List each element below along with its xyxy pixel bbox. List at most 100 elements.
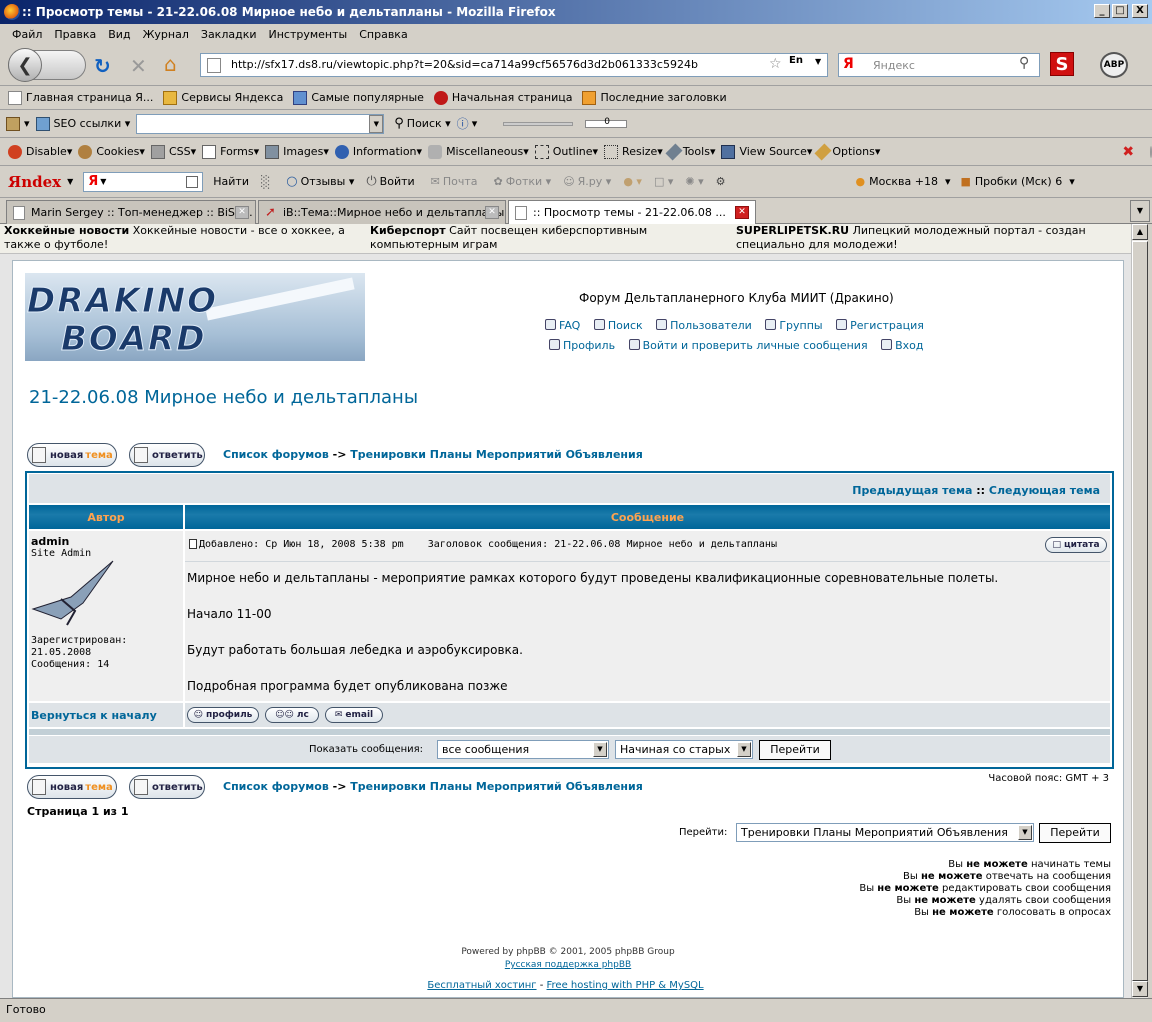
webdev-css[interactable]: CSS ▾ [150,144,196,159]
webdev-view-source[interactable]: View Source ▾ [721,144,812,159]
login-pm-link[interactable]: Войти и проверить личные сообщения [628,339,868,352]
yandex-logo-icon[interactable]: Я [843,56,854,72]
close-tab-icon[interactable]: ✕ [235,206,249,219]
webdev-disable[interactable]: Disable ▾ [8,144,72,159]
misc-icon[interactable]: □ ▾ [654,175,673,188]
bookmark-yandex-home[interactable]: Главная страница Я... [8,90,153,105]
ad-superlipetsk[interactable]: SUPERLIPETSK.RU Липецкий молодежный порт… [736,224,1116,252]
bookmark-yandex-services[interactable]: Сервисы Яндекса [163,90,283,105]
scroll-down-icon[interactable]: ▼ [1132,981,1148,997]
seo-search-button[interactable]: ⚲ Поиск ▾ [394,116,450,131]
menu-history[interactable]: Журнал [137,28,195,41]
reload-icon[interactable]: ↻ [94,54,111,78]
back-button[interactable]: ❮ [8,48,42,82]
bookmark-most-popular[interactable]: Самые популярные [293,90,424,105]
error-icon[interactable]: ✖ [1122,144,1134,160]
forum-jump-select[interactable]: Тренировки Планы Мероприятий Объявления ▼ [736,823,1034,842]
breadcrumb-home[interactable]: Список форумов [223,448,329,461]
bars-icon[interactable]: ░ [261,175,270,189]
stop-icon[interactable]: ✕ [130,54,147,78]
quote-button[interactable]: □ цитата [1045,537,1107,553]
profile-link[interactable]: Профиль [549,339,615,352]
bookmark-start-page[interactable]: Начальная страница [433,90,572,105]
post-author[interactable]: admin [31,535,69,548]
register-link[interactable]: Регистрация [836,319,924,332]
seo-input[interactable]: ▼ [136,113,385,134]
menu-view[interactable]: Вид [102,28,136,41]
forum-logo[interactable]: DRAKINO BOARD [25,273,365,361]
ad-cybersport[interactable]: Киберспорт Сайт посвещен киберспортивным… [370,224,722,252]
reply-button-bottom[interactable]: ответить [129,775,205,799]
new-topic-button-bottom[interactable]: новая тема [27,775,117,799]
yandex-yaru-button[interactable]: ☺ Я.ру ▾ [563,175,611,188]
free-hosting-link[interactable]: Бесплатный хостинг [427,980,536,991]
tab-list-button[interactable]: ▼ [1130,200,1150,222]
url-bar[interactable]: http://sfx17.ds8.ru/viewtopic.php?t=20&s… [200,53,828,77]
search-icon[interactable]: ⚲ [1019,55,1029,71]
tab-marin-sergey[interactable]: Marin Sergey :: Топ-менеджер :: BiSR... ✕ [6,200,256,224]
webdev-forms[interactable]: Forms ▾ [202,144,259,159]
webdev-cookies[interactable]: Cookies ▾ [78,144,145,159]
search-input[interactable]: Я Яндекс ⚲ [838,53,1040,77]
star-icon[interactable]: ☆ [769,56,782,72]
webdev-resize[interactable]: Resize ▾ [604,144,663,159]
webdev-outline[interactable]: Outline ▾ [534,144,598,159]
breadcrumb-home[interactable]: Список форумов [223,780,329,793]
yandex-reviews-button[interactable]: ○ Отзывы ▾ [286,174,354,189]
settings-gear-icon[interactable]: ⚙ [716,175,726,188]
webdev-options[interactable]: Options ▾ [814,143,880,160]
support-link[interactable]: Русская поддержка phpBB [13,960,1123,970]
seo-icon[interactable]: ▾ [6,116,30,131]
new-topic-button[interactable]: новая тема [27,443,117,467]
info-button[interactable]: ⓘ ▾ [457,115,478,132]
profile-button[interactable]: ☺ профиль [187,707,259,723]
adblock-icon[interactable]: ABP [1100,52,1128,78]
yandex-find-button[interactable]: Найти [213,175,249,188]
members-link[interactable]: Пользователи [656,319,752,332]
menu-tools[interactable]: Инструменты [263,28,354,41]
webdev-images[interactable]: Images ▾ [265,144,329,159]
email-button[interactable]: ✉ email [325,707,383,723]
menu-bookmarks[interactable]: Закладки [195,28,263,41]
menu-file[interactable]: Файл [0,28,48,41]
back-to-top-link[interactable]: Вернуться к началу [31,709,157,722]
bookmark-latest-headlines[interactable]: Последние заголовки [582,90,727,105]
breadcrumb-forum[interactable]: Тренировки Планы Мероприятий Объявления [350,780,643,793]
url-dropdown-icon[interactable]: ▼ [815,57,821,66]
yandex-login-button[interactable]: ⏻ Войти [366,174,414,189]
home-icon[interactable]: ⌂ [164,52,177,76]
ad-hockey[interactable]: Хоккейные новости Хоккейные новости - вс… [4,224,356,252]
minimize-button[interactable]: _ [1094,4,1110,18]
close-tab-icon[interactable]: ✕ [485,206,499,219]
tab-ib-topic[interactable]: ➚ iB::Тема::Мирное небо и дельтапланы ✕ [258,200,506,224]
message-filter-select[interactable]: все сообщения ▼ [437,740,609,759]
php-hosting-link[interactable]: Free hosting with PHP & MySQL [547,980,704,991]
yandex-menu-icon[interactable]: ▼ [67,177,73,186]
scroll-up-icon[interactable]: ▲ [1132,224,1148,240]
breadcrumb-forum[interactable]: Тренировки Планы Мероприятий Объявления [350,448,643,461]
scroll-thumb[interactable] [1132,241,1148,981]
yandex-logo[interactable]: Яndex [8,173,61,191]
zoom-slider[interactable]: 0 [585,117,628,128]
faq-link[interactable]: FAQ [545,319,580,332]
topic-title[interactable]: 21-22.06.08 Мирное небо и дельтапланы [29,387,418,408]
jump-go-button[interactable]: Перейти [1039,823,1111,843]
seo-links-button[interactable]: SEO ссылки ▾ [35,116,130,131]
login-link[interactable]: Вход [881,339,923,352]
yandex-search-input[interactable]: Я ▼ [83,171,204,192]
vertical-scrollbar[interactable]: ▲ ▼ [1131,224,1148,998]
checkbox[interactable] [186,175,199,188]
yandex-photos-button[interactable]: ✿ Фотки ▾ [494,175,552,188]
webdev-tools[interactable]: Tools ▾ [665,143,715,160]
misc-icon[interactable]: ● ▾ [623,175,642,188]
webdev-miscellaneous[interactable]: Miscellaneous ▾ [428,144,529,159]
menu-edit[interactable]: Правка [48,28,102,41]
maximize-button[interactable]: □ [1112,4,1128,18]
next-topic-link[interactable]: Следующая тема [989,484,1100,497]
tab-current-topic[interactable]: :: Просмотр темы - 21-22.06.08 ... ✕ [508,200,756,225]
reply-button[interactable]: ответить [129,443,205,467]
weather-widget[interactable]: ● Москва +18 ▾ [856,175,951,188]
close-button[interactable]: X [1132,4,1148,18]
seo-dropdown-icon[interactable]: ▼ [369,114,384,133]
webdev-information[interactable]: Information ▾ [334,144,422,159]
